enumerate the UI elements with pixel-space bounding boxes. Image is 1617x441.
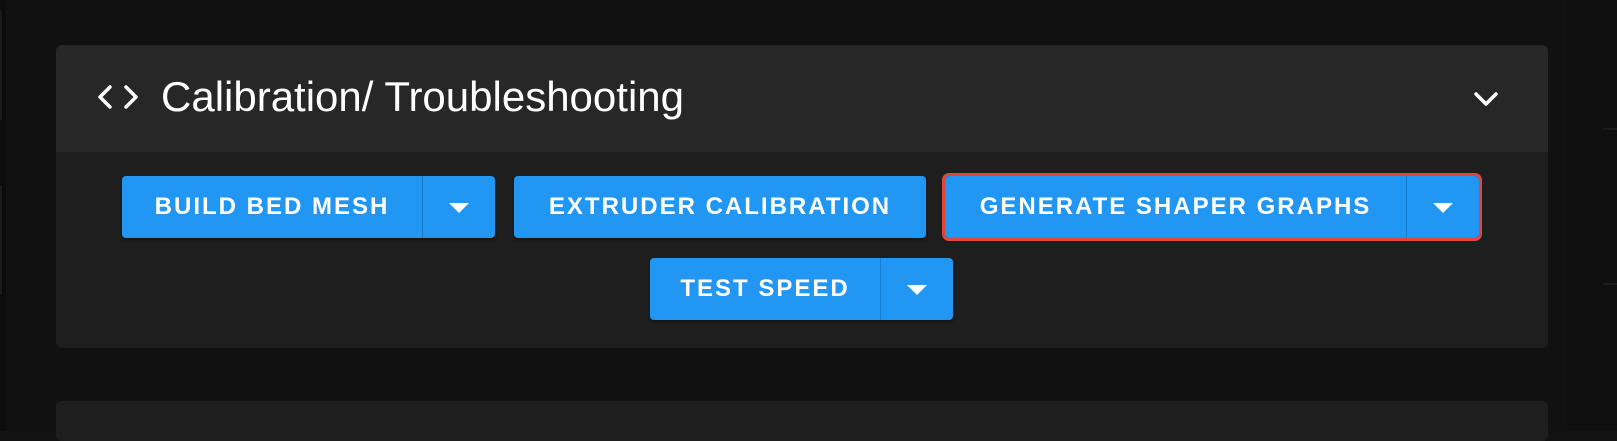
panel-title: Calibration/ Troubleshooting <box>161 73 684 120</box>
test-speed-button[interactable]: TEST SPEED <box>650 258 880 320</box>
sidebar-edge-segment <box>0 10 2 120</box>
test-speed-split-button: TEST SPEED <box>650 258 953 320</box>
extruder-calibration-label: EXTRUDER CALIBRATION <box>548 193 892 220</box>
selection-highlight <box>942 173 1482 241</box>
caret-down-icon <box>449 203 469 213</box>
sidebar-edge-segment <box>0 185 2 295</box>
panel-header[interactable]: Calibration/ Troubleshooting <box>56 45 1548 152</box>
build-bed-mesh-menu-button[interactable] <box>422 176 496 238</box>
extruder-calibration-button[interactable]: EXTRUDER CALIBRATION <box>514 176 926 238</box>
next-panel <box>56 401 1548 441</box>
build-bed-mesh-split-button: BUILD BED MESH <box>122 176 495 238</box>
caret-down-icon <box>907 285 927 295</box>
code-brackets-icon <box>98 85 138 109</box>
right-panel-divider <box>1603 128 1617 130</box>
collapse-toggle-button[interactable] <box>1466 79 1506 119</box>
right-panel-divider <box>1603 283 1617 285</box>
chevron-down-icon <box>1474 92 1498 106</box>
test-speed-menu-button[interactable] <box>880 258 954 320</box>
right-panel-edge <box>1567 0 1617 431</box>
left-sidebar-edge <box>0 0 6 431</box>
build-bed-mesh-button[interactable]: BUILD BED MESH <box>122 176 422 238</box>
